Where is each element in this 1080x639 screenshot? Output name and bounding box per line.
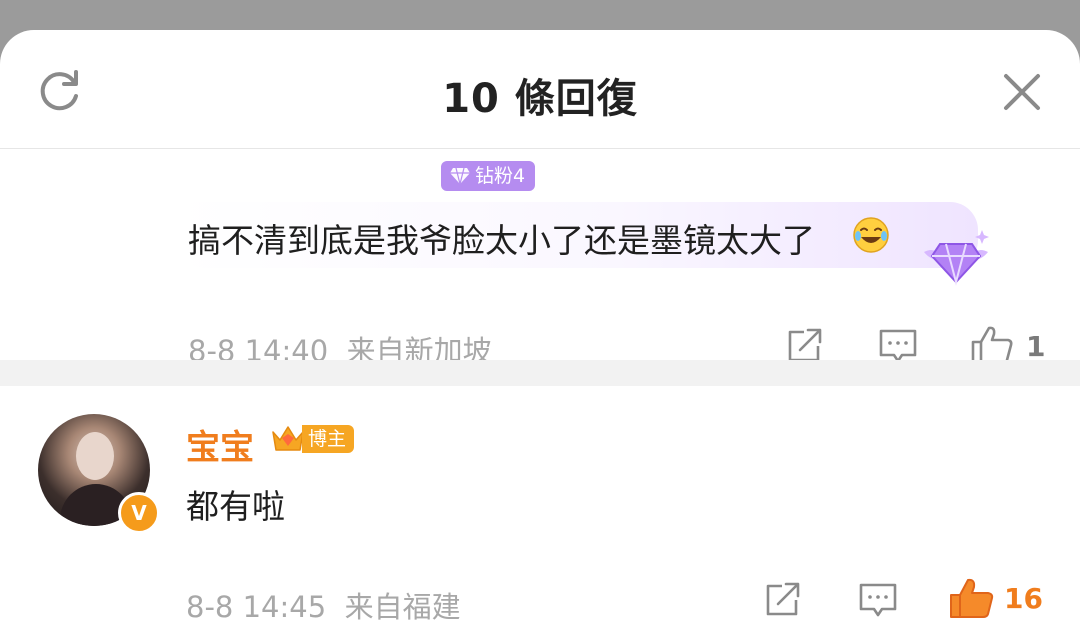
comment-timestamp: 8-8 14:45 来自福建 xyxy=(186,584,461,626)
comment-icon[interactable] xyxy=(878,328,918,364)
comment-icon[interactable] xyxy=(858,582,898,618)
blogger-badge: 博主 xyxy=(270,422,355,456)
reply-text: 搞不清到底是我爷脸太小了还是墨镜太大了 xyxy=(188,221,815,260)
comment-like-count: 16 xyxy=(1004,582,1043,615)
comment-text: 都有啦 xyxy=(186,487,285,526)
blogger-badge-label: 博主 xyxy=(302,425,355,453)
comment-location: 来自福建 xyxy=(344,590,461,624)
diamond-icon xyxy=(450,167,470,185)
share-icon[interactable] xyxy=(786,328,824,364)
reply-like-count: 1 xyxy=(1026,330,1046,363)
crown-icon xyxy=(272,426,304,451)
fan-level-badge: 钻粉4 xyxy=(441,161,536,191)
liked-thumb-icon[interactable] xyxy=(948,576,994,620)
username[interactable]: 宝宝 xyxy=(186,420,254,469)
diamond-fan-decoration-icon xyxy=(924,230,989,286)
verified-badge: V xyxy=(118,492,160,534)
replies-sheet: 10 條回復 xyxy=(0,30,1080,639)
comment-time: 8-8 14:45 xyxy=(186,590,327,624)
laughing-tears-emoji-icon xyxy=(853,217,889,253)
fan-badge-label: 钻粉4 xyxy=(475,165,526,187)
sheet-header: 10 條回復 xyxy=(0,30,1080,149)
close-icon[interactable] xyxy=(1000,70,1044,114)
section-divider xyxy=(0,360,1080,386)
page-title: 10 條回復 xyxy=(442,76,638,122)
share-icon[interactable] xyxy=(764,582,802,618)
